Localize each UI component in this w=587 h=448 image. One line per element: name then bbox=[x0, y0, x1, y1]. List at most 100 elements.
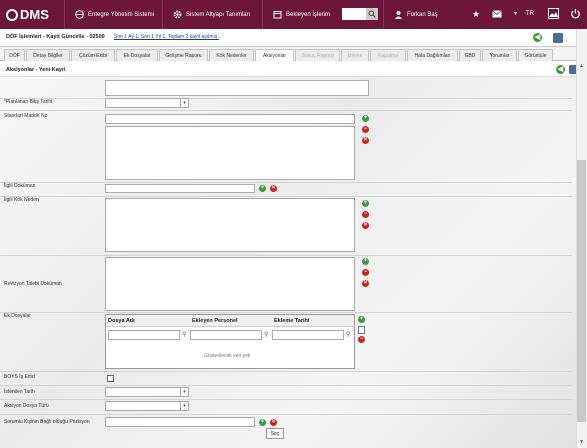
tab-comments[interactable]: Yorumlar bbox=[482, 49, 517, 61]
panel-header: Aksiyonlar - Yeni Kayıt ◀ bbox=[0, 61, 578, 77]
filter-added-date[interactable] bbox=[272, 330, 344, 340]
tab-error-distribution[interactable]: Hata Dağılımları bbox=[407, 49, 458, 61]
action-file-type-select[interactable]: ▾ bbox=[105, 401, 189, 411]
tab-bar: DÖF Detay Bilgiler Çözüm Ekibi Ek Dosyal… bbox=[0, 47, 576, 62]
tab-gbd[interactable]: GBD bbox=[459, 49, 481, 61]
planned-end-date-label: *Planlanan Bitiş Tarihi bbox=[4, 99, 53, 105]
responsible-position-input[interactable] bbox=[105, 417, 255, 427]
tab-closing[interactable]: Kapatma bbox=[370, 49, 406, 61]
image-icon[interactable] bbox=[548, 8, 559, 21]
tab-dof[interactable]: DÖF bbox=[4, 49, 25, 61]
mail-icon[interactable] bbox=[492, 10, 502, 20]
nav-system-infra[interactable]: Sistem Altyapı Tanımları bbox=[162, 0, 262, 29]
standard-clause-label: Standart Madde No bbox=[4, 113, 48, 119]
star-icon[interactable]: ★ bbox=[472, 10, 480, 19]
requested-date-select[interactable]: ▾ bbox=[105, 387, 189, 397]
scrollbar-thumb[interactable] bbox=[577, 160, 586, 422]
power-icon[interactable] bbox=[570, 8, 581, 21]
top-navbar: DMS Entegre Yönetim Sistemi Sistem Altya… bbox=[0, 0, 587, 29]
delete-icon[interactable]: × bbox=[362, 137, 369, 144]
chevron-down-icon: ▾ bbox=[180, 402, 188, 410]
tab-result-report[interactable]: Sonuç Raporu bbox=[295, 49, 340, 61]
add-icon[interactable]: + bbox=[362, 115, 369, 122]
tab-detail-info[interactable]: Detay Bilgiler bbox=[26, 49, 70, 61]
col-file-name: Dosya Adı bbox=[108, 318, 135, 324]
nav-pending-jobs[interactable]: Bekleyen İşlerim bbox=[262, 0, 338, 29]
standard-clause-list[interactable] bbox=[105, 126, 355, 180]
page-title: DÖF İşlemleri - Kayıt Güncelle - 02500 bbox=[6, 34, 105, 40]
empty-message: Gösterilecek veri yok bbox=[204, 353, 251, 359]
file-icon[interactable] bbox=[358, 326, 365, 334]
related-doc-input[interactable] bbox=[105, 184, 255, 193]
add-icon[interactable]: + bbox=[362, 200, 369, 207]
tab-view[interactable]: Görüntüle bbox=[518, 49, 553, 61]
standard-clause-input[interactable] bbox=[105, 114, 355, 124]
add-icon[interactable]: + bbox=[358, 316, 365, 323]
planned-end-date-select[interactable]: ▾ bbox=[105, 98, 189, 108]
divider bbox=[0, 196, 572, 197]
gear-icon bbox=[173, 10, 182, 19]
remove-icon[interactable]: − bbox=[358, 336, 365, 343]
logo-ring-icon bbox=[6, 8, 18, 21]
revision-doc-list[interactable] bbox=[105, 257, 355, 311]
nav-integrated-system[interactable]: Entegre Yönetim Sistemi bbox=[64, 0, 160, 29]
tab-monitoring[interactable]: İzleme bbox=[341, 49, 369, 61]
divider bbox=[0, 110, 572, 111]
chevron-down-icon[interactable]: ▾ bbox=[514, 10, 517, 17]
tab-root-causes[interactable]: Kök Nedenler bbox=[209, 49, 254, 61]
related-root-cause-list[interactable] bbox=[105, 198, 355, 252]
revision-doc-label: Revizyon Talebi Doküman bbox=[4, 281, 62, 287]
search-icon[interactable] bbox=[366, 8, 378, 20]
remove-icon[interactable]: − bbox=[362, 269, 369, 276]
back-icon[interactable]: ◀ bbox=[533, 33, 542, 42]
boys-checkbox[interactable] bbox=[107, 375, 114, 382]
delete-icon[interactable]: × bbox=[270, 185, 277, 192]
description-textarea[interactable] bbox=[105, 80, 369, 96]
divider bbox=[0, 255, 572, 256]
divider bbox=[0, 399, 572, 400]
scroll-down-arrow-icon[interactable]: ▼ bbox=[579, 439, 584, 445]
add-icon[interactable]: + bbox=[362, 258, 369, 265]
globe-icon bbox=[75, 10, 84, 19]
divider bbox=[0, 371, 572, 372]
scroll-up-arrow-icon[interactable]: ▲ bbox=[579, 63, 584, 69]
divider bbox=[0, 312, 572, 313]
delete-icon[interactable]: × bbox=[270, 419, 277, 426]
logo[interactable]: DMS bbox=[6, 7, 49, 22]
col-added-date: Ekleme Tarihi bbox=[274, 318, 310, 324]
user-icon bbox=[394, 10, 403, 19]
delete-icon[interactable]: × bbox=[362, 280, 369, 287]
filter-file-name[interactable] bbox=[108, 330, 180, 340]
delete-icon[interactable]: × bbox=[362, 222, 369, 229]
filter-added-by[interactable] bbox=[190, 330, 262, 340]
tab-progress-report[interactable]: Gelişme Raporu bbox=[159, 49, 208, 61]
chevron-down-icon: ▾ bbox=[180, 99, 188, 107]
user-menu[interactable]: Furkan Baş bbox=[383, 0, 463, 29]
search-input[interactable] bbox=[342, 8, 366, 20]
filter-icon[interactable]: ⚲ bbox=[264, 331, 268, 338]
remove-icon[interactable]: − bbox=[362, 211, 369, 218]
divider bbox=[0, 385, 572, 386]
back-icon[interactable]: ◀ bbox=[556, 65, 565, 74]
action-file-type-label: Aksiyon Dosya Türü bbox=[4, 403, 49, 409]
language-selector[interactable]: TR bbox=[526, 11, 534, 17]
remove-icon[interactable]: − bbox=[362, 126, 369, 133]
divider bbox=[0, 414, 572, 415]
related-doc-label: İlgili Doküman bbox=[4, 183, 36, 189]
divider bbox=[0, 182, 572, 183]
boys-label: BOYS İş Emri bbox=[4, 374, 35, 380]
filter-icon[interactable]: ⚲ bbox=[182, 331, 186, 338]
tab-solution-team[interactable]: Çözüm Ekibi bbox=[71, 49, 115, 61]
record-summary-link[interactable]: Son 1 Ay 1, Son 1 Yıl 1, Toplam 2 kayıt … bbox=[114, 34, 219, 40]
add-icon[interactable]: + bbox=[259, 185, 266, 192]
add-icon[interactable]: + bbox=[259, 419, 266, 426]
chevron-down-icon: ▾ bbox=[180, 388, 188, 396]
tab-attachments[interactable]: Ek Dosyalar bbox=[116, 49, 158, 61]
page-header: DÖF İşlemleri - Kayıt Güncelle - 02500 S… bbox=[0, 29, 576, 47]
related-root-cause-label: İlgili Kök Neden bbox=[4, 197, 39, 203]
tooltip: Seç bbox=[266, 428, 284, 439]
filter-icon[interactable]: ⚲ bbox=[346, 331, 350, 338]
col-added-by: Ekleyen Personel bbox=[192, 318, 238, 324]
save-icon[interactable] bbox=[553, 33, 563, 43]
responsible-position-label: Sorumlu Kişinin Bağlı olduğu Pozisyon bbox=[4, 419, 90, 425]
